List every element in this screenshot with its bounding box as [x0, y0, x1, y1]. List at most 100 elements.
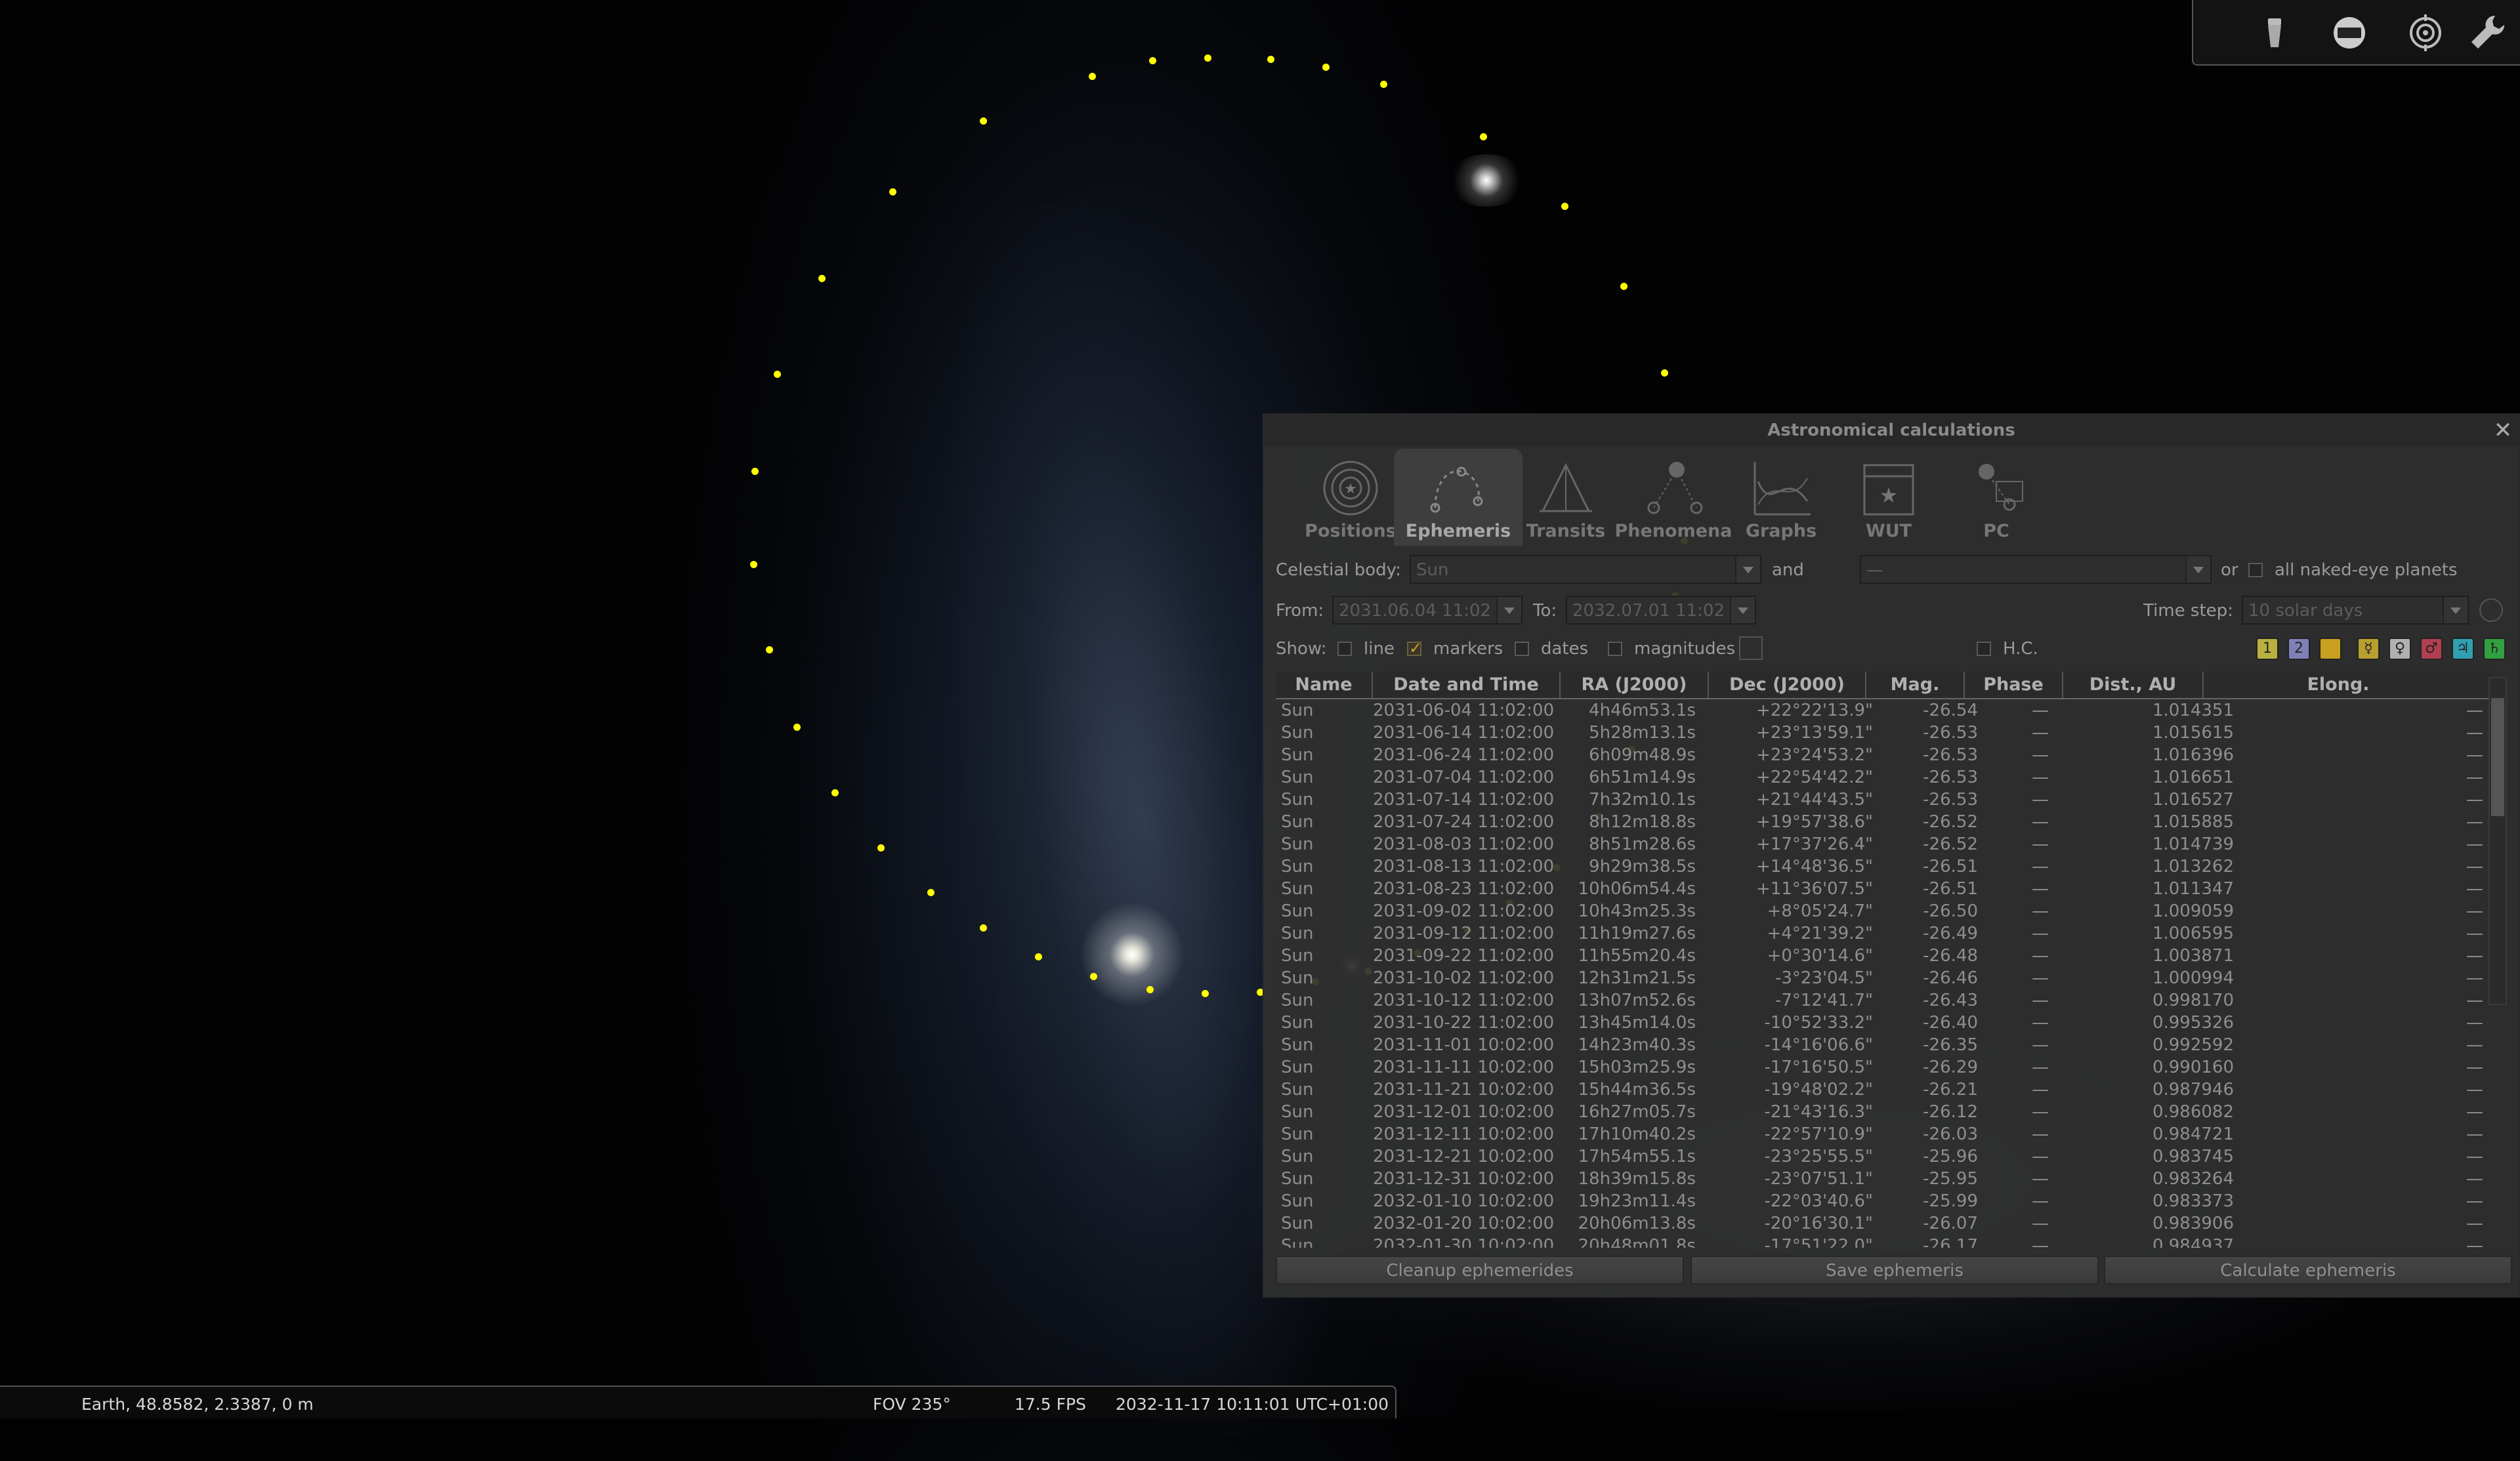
table-row[interactable]: Sun 2032-01-10 10:02:00 19h23m11.4s -22°03'…	[1276, 1190, 2492, 1212]
ephemeris-marker[interactable]	[927, 889, 934, 896]
hc-checkbox[interactable]	[1977, 642, 1991, 656]
table-row[interactable]: Sun 2031-06-24 11:02:00 6h09m48.9s +23°24'5…	[1276, 744, 2492, 766]
ephemeris-marker[interactable]	[1089, 73, 1096, 80]
ephemeris-marker[interactable]	[877, 844, 885, 852]
celestial-body-select[interactable]: Sun	[1410, 555, 1761, 584]
from-date-field[interactable]: 2031.06.04 11:02	[1332, 596, 1522, 625]
show-magnitudes-checkbox[interactable]	[1608, 642, 1622, 656]
table-row[interactable]: Sun 2031-09-02 11:02:00 10h43m25.3s +8°05'2…	[1276, 900, 2492, 922]
table-row[interactable]: Sun 2031-08-23 11:02:00 10h06m54.4s +11°36'…	[1276, 878, 2492, 900]
col-ra[interactable]: RA (J2000)	[1561, 672, 1709, 698]
ephemeris-marker[interactable]	[793, 724, 801, 731]
scrollbar-thumb[interactable]	[2491, 698, 2504, 816]
ephemeris-marker[interactable]	[1380, 81, 1387, 88]
ephemeris-marker[interactable]	[889, 188, 896, 195]
cleanup-ephemerides-button[interactable]: Cleanup ephemerides	[1276, 1256, 1684, 1285]
ephemeris-marker[interactable]	[1267, 56, 1274, 63]
show-markers-checkbox[interactable]	[1407, 639, 1422, 657]
table-row[interactable]: Sun 2031-11-11 10:02:00 15h03m25.9s -17°16'…	[1276, 1056, 2492, 1079]
jupiter-button[interactable]: ♃	[2452, 638, 2474, 660]
location-text[interactable]: Earth, 48.8582, 2.3387, 0 m	[81, 1395, 314, 1414]
table-row[interactable]: Sun 2032-01-20 10:02:00 20h06m13.8s -20°16'…	[1276, 1212, 2492, 1235]
col-elong[interactable]: Elong.	[2204, 672, 2473, 698]
table-row[interactable]: Sun 2031-09-22 11:02:00 11h55m20.4s +0°30'1…	[1276, 945, 2492, 967]
ephemeris-marker[interactable]	[1146, 986, 1154, 993]
time-step-value: 10 solar days	[2248, 601, 2363, 621]
ephemeris-marker[interactable]	[750, 561, 757, 568]
col-mag[interactable]: Mag.	[1866, 672, 1965, 698]
ephemeris-marker[interactable]	[831, 789, 839, 796]
ephemeris-marker[interactable]	[1661, 369, 1668, 377]
col-date-time[interactable]: Date and Time	[1373, 672, 1561, 698]
close-icon[interactable]: ✕	[2490, 417, 2516, 443]
cell-dec: -3°23'04.5"	[1774, 968, 1873, 988]
second-body-select[interactable]: —	[1860, 555, 2212, 584]
table-row[interactable]: Sun 2031-06-14 11:02:00 5h28m13.1s +23°13'5…	[1276, 722, 2492, 744]
ephemeris-table-body[interactable]: Sun 2031-06-04 11:02:00 4h46m53.1s +22°22'1…	[1276, 699, 2492, 1248]
mercury-button[interactable]: ☿	[2357, 638, 2380, 660]
color-button-2[interactable]: 2	[2288, 638, 2310, 660]
ephemeris-marker[interactable]	[980, 117, 987, 125]
ephemeris-marker[interactable]	[980, 924, 987, 932]
ephemeris-marker[interactable]	[1149, 57, 1156, 64]
table-row[interactable]: Sun 2031-11-01 10:02:00 14h23m40.3s -14°16'…	[1276, 1034, 2492, 1056]
show-dates-checkbox[interactable]	[1515, 642, 1529, 656]
color-button-1[interactable]: 1	[2256, 638, 2278, 660]
table-row[interactable]: Sun 2031-12-31 10:02:00 18h39m15.8s -23°07'…	[1276, 1168, 2492, 1190]
ephemeris-marker[interactable]	[1090, 973, 1097, 980]
ephemeris-marker[interactable]	[1561, 203, 1568, 210]
ephemeris-marker[interactable]	[818, 275, 826, 282]
table-row[interactable]: Sun 2031-11-21 10:02:00 15h44m36.5s -19°48'…	[1276, 1079, 2492, 1101]
ephemeris-marker[interactable]	[766, 646, 773, 653]
ephemeris-marker[interactable]	[1480, 133, 1487, 140]
ephemeris-marker[interactable]	[1202, 990, 1209, 997]
table-row[interactable]: Sun 2031-07-14 11:02:00 7h32m10.1s +21°44'4…	[1276, 789, 2492, 811]
venus-button[interactable]: ♀	[2389, 638, 2411, 660]
table-row[interactable]: Sun 2031-07-24 11:02:00 8h12m18.8s +19°57'3…	[1276, 811, 2492, 833]
save-ephemeris-button[interactable]: Save ephemeris	[1690, 1256, 2099, 1285]
ephemeris-marker[interactable]	[1620, 283, 1628, 290]
all-planets-checkbox[interactable]	[2248, 563, 2263, 577]
cell-phase: —	[2032, 1191, 2049, 1211]
table-row[interactable]: Sun 2031-10-12 11:02:00 13h07m52.6s -7°12'4…	[1276, 989, 2492, 1012]
datetime-text[interactable]: 2032-11-17 10:11:01 UTC+01:00	[1116, 1395, 1389, 1414]
ephemeris-marker[interactable]	[1204, 54, 1211, 62]
mars-button[interactable]: ♂	[2420, 638, 2443, 660]
color-button-3[interactable]	[2319, 638, 2342, 660]
table-row[interactable]: Sun 2031-12-21 10:02:00 17h54m55.1s -23°25'…	[1276, 1145, 2492, 1168]
saturn-button[interactable]: ♄	[2483, 638, 2506, 660]
col-dist[interactable]: Dist., AU	[2063, 672, 2204, 698]
table-row[interactable]: Sun 2031-06-04 11:02:00 4h46m53.1s +22°22'1…	[1276, 699, 2492, 722]
ephemeris-marker[interactable]	[1035, 953, 1042, 960]
table-row[interactable]: Sun 2031-12-01 10:02:00 16h27m05.7s -21°43'…	[1276, 1101, 2492, 1123]
magnitude-settings-icon[interactable]	[1739, 636, 1763, 660]
col-name[interactable]: Name	[1276, 672, 1373, 698]
table-row[interactable]: Sun 2031-09-12 11:02:00 11h19m27.6s +4°21'3…	[1276, 922, 2492, 945]
cell-mag: -26.48	[1923, 946, 1978, 966]
table-row[interactable]: Sun 2031-10-02 11:02:00 12h31m21.5s -3°23'0…	[1276, 967, 2492, 989]
flashlight-icon[interactable]	[2254, 12, 2296, 54]
col-phase[interactable]: Phase	[1965, 672, 2063, 698]
now-clock-icon[interactable]	[2479, 598, 2503, 622]
table-row[interactable]: Sun 2031-08-03 11:02:00 8h51m28.6s +17°37'2…	[1276, 833, 2492, 855]
table-row[interactable]: Sun 2031-07-04 11:02:00 6h51m14.9s +22°54'4…	[1276, 766, 2492, 789]
ephemeris-marker[interactable]	[751, 468, 759, 475]
to-date-field[interactable]: 2032.07.01 11:02	[1566, 596, 1756, 625]
ephemeris-marker[interactable]	[774, 371, 781, 378]
tab-pc[interactable]: PC	[1932, 449, 2061, 546]
screen-icon[interactable]	[2328, 12, 2370, 54]
target-icon[interactable]	[2404, 12, 2446, 54]
table-row[interactable]: Sun 2031-10-22 11:02:00 13h45m14.0s -10°52'…	[1276, 1012, 2492, 1034]
table-scrollbar[interactable]	[2488, 677, 2507, 1005]
table-row[interactable]: Sun 2032-01-30 10:02:00 20h48m01.8s -17°51'…	[1276, 1235, 2492, 1248]
col-dec[interactable]: Dec (J2000)	[1709, 672, 1866, 698]
cell-ra: 13h45m14.0s	[1578, 1013, 1696, 1033]
table-row[interactable]: Sun 2031-08-13 11:02:00 9h29m38.5s +14°48'3…	[1276, 855, 2492, 878]
time-step-select[interactable]: 10 solar days	[2242, 596, 2469, 625]
table-row[interactable]: Sun 2031-12-11 10:02:00 17h10m40.2s -22°57'…	[1276, 1123, 2492, 1145]
calculate-ephemeris-button[interactable]: Calculate ephemeris	[2104, 1256, 2512, 1285]
dialog-title[interactable]: Astronomical calculations	[1264, 415, 2519, 446]
ephemeris-marker[interactable]	[1322, 64, 1330, 71]
wrench-icon[interactable]	[2466, 12, 2508, 54]
show-line-checkbox[interactable]	[1337, 642, 1352, 656]
